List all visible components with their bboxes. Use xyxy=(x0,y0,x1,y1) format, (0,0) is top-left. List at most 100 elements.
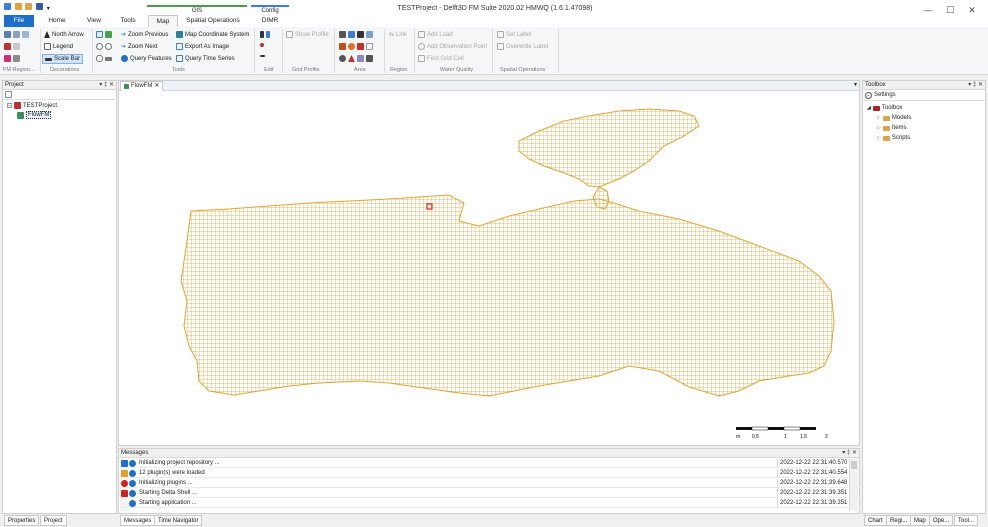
edit-tools[interactable] xyxy=(260,31,270,38)
window-title: TESTProject - Delft3D FM Suite 2020.02 H… xyxy=(397,5,593,12)
expand-arrow-icon[interactable]: ▷ xyxy=(877,135,881,141)
panel-controls[interactable]: ▾ ‡ ✕ xyxy=(842,449,857,458)
tab-region[interactable]: Regi... xyxy=(886,515,912,526)
tree-item-label: Models xyxy=(891,115,912,121)
expand-arrow-icon[interactable]: ▷ xyxy=(877,115,881,121)
tab-close-icon[interactable]: ✕ xyxy=(154,82,159,91)
tab-dimr[interactable]: DIMR xyxy=(252,15,288,27)
tab-file[interactable]: File xyxy=(4,15,34,27)
observation-point-icon xyxy=(418,43,425,50)
info-filter-icon[interactable] xyxy=(121,460,128,467)
pan-tools[interactable] xyxy=(96,55,112,62)
link-button[interactable]: ⇆ Link xyxy=(389,31,407,39)
query-time-series-button[interactable]: Query Time Series xyxy=(176,55,235,62)
tab-flowfm[interactable]: FlowFM ✕ xyxy=(120,81,164,91)
add-observation-point-button[interactable]: Add Observation Point xyxy=(418,43,487,50)
tab-spatial-operations[interactable]: Spatial Operations xyxy=(180,15,246,27)
show-profile-button[interactable]: Show Profile xyxy=(286,31,329,38)
expand-settings-icon[interactable]: ⌄ xyxy=(865,91,872,99)
app-icon xyxy=(4,3,11,10)
grid-profile-group-label: Grid Profile xyxy=(292,67,320,73)
error-filter-icon[interactable] xyxy=(121,480,128,487)
customize-qat-icon[interactable]: ▾ xyxy=(47,6,50,12)
new-project-icon[interactable] xyxy=(14,3,22,10)
project-panel-toolbar xyxy=(3,90,116,100)
map-coordinate-system-button[interactable]: Map Coordinate System xyxy=(176,31,249,38)
tree-item-label: Scripts xyxy=(891,135,911,141)
message-row[interactable]: Initializing project repository ... 2022… xyxy=(120,459,860,468)
legend-button[interactable]: Legend xyxy=(44,43,73,50)
decorations-group-label: Decorations xyxy=(50,67,80,73)
computational-grid-north[interactable] xyxy=(518,108,700,188)
tab-view[interactable]: View xyxy=(82,15,106,27)
message-row[interactable]: Initializing plugins ... 2022-12-22 22:3… xyxy=(120,479,860,488)
area-tools-row-3[interactable] xyxy=(339,55,373,62)
message-time: 2022-12-22 22:31:40.554 xyxy=(777,469,849,478)
edit-tools-2[interactable] xyxy=(260,43,264,47)
panel-controls[interactable]: ▾ ‡ ✕ xyxy=(99,81,114,90)
fm-region-tools[interactable] xyxy=(4,31,29,38)
computational-grid-main[interactable] xyxy=(180,194,835,397)
panel-controls[interactable]: ▾ ‡ ✕ xyxy=(968,81,983,90)
fm-region-tools-3[interactable] xyxy=(4,55,20,62)
edit-tools-3[interactable] xyxy=(260,55,265,57)
scale-tick: 2 xyxy=(825,434,828,440)
tab-map[interactable]: Map xyxy=(910,515,930,526)
tab-properties[interactable]: Properties xyxy=(4,515,40,526)
tab-messages[interactable]: Messages xyxy=(120,515,156,526)
tree-item-models[interactable]: ▷ Models xyxy=(877,115,911,121)
scale-bar-button[interactable]: Scale Bar xyxy=(42,54,84,64)
tab-time-navigator[interactable]: Time Navigator xyxy=(154,515,203,526)
tab-home[interactable]: Home xyxy=(44,15,70,27)
tree-item-testproject[interactable]: − TESTProject xyxy=(7,102,57,109)
move-icon xyxy=(266,31,270,38)
expand-arrow-icon[interactable]: ◢ xyxy=(867,105,871,111)
message-text: Initializing plugins ... xyxy=(139,480,193,486)
warning-filter-icon[interactable] xyxy=(121,470,128,477)
query-features-button[interactable]: Query Features xyxy=(121,55,172,62)
message-row[interactable]: 12 plugin(s) were loaded 2022-12-22 22:3… xyxy=(120,469,860,478)
open-project-icon[interactable] xyxy=(25,3,33,10)
spatial-operations-group-label: Spatial Operations xyxy=(500,67,546,73)
zoom-previous-button[interactable]: ➜ Zoom Previous xyxy=(121,31,168,39)
document-dropdown-icon[interactable]: ▾ xyxy=(854,81,857,88)
zoom-next-button[interactable]: ➜ Zoom Next xyxy=(121,43,157,51)
tab-tools[interactable]: Tools xyxy=(116,15,140,27)
tree-item-toolbox[interactable]: ◢ Toolbox xyxy=(867,105,903,111)
clear-messages-icon[interactable] xyxy=(121,490,128,497)
message-row[interactable]: Starting Delta Shell ... 2022-12-22 22:3… xyxy=(120,489,860,498)
zoom-tools[interactable] xyxy=(96,43,112,50)
collapse-icon[interactable]: − xyxy=(7,103,12,109)
fm-region-tools-2[interactable] xyxy=(4,43,20,50)
settings-label: Settings xyxy=(874,92,896,98)
add-load-button[interactable]: Add Load xyxy=(418,31,453,38)
tree-item-flowfm[interactable]: FlowFM xyxy=(17,111,52,119)
collapse-all-icon[interactable] xyxy=(5,91,12,98)
save-icon[interactable] xyxy=(36,3,44,10)
area-tools-row-1[interactable] xyxy=(339,31,373,38)
scrollbar-thumb[interactable] xyxy=(851,461,857,469)
tab-map[interactable]: Map xyxy=(148,15,178,27)
messages-scrollbar[interactable] xyxy=(849,459,858,511)
message-row[interactable]: Starting application ... 2022-12-22 22:3… xyxy=(120,499,860,508)
tab-toolbox[interactable]: Tool... xyxy=(954,515,979,526)
settings-row[interactable]: ⌄ Settings xyxy=(863,90,985,101)
expand-arrow-icon[interactable]: ▷ xyxy=(877,125,881,131)
zoom-extent-icon xyxy=(105,31,112,38)
export-as-image-button[interactable]: Export As Image xyxy=(176,43,229,50)
source-sink-icon xyxy=(348,55,355,62)
info-icon xyxy=(129,480,136,487)
set-label-button[interactable]: Set Label xyxy=(497,31,531,38)
tab-project[interactable]: Project xyxy=(40,515,67,526)
tab-operations[interactable]: Ope... xyxy=(929,515,954,526)
tree-item-scripts[interactable]: ▷ Scripts xyxy=(877,135,910,141)
tree-item-items[interactable]: ▷ Items xyxy=(877,125,907,131)
overwrite-label-button[interactable]: Overwrite Label xyxy=(497,43,548,50)
find-grid-cell-button[interactable]: Find Grid Cell xyxy=(418,55,464,62)
area-tools-row-2[interactable] xyxy=(339,43,373,50)
select-tools[interactable] xyxy=(96,31,112,38)
map-canvas[interactable]: m 0.5 1 1.5 2 xyxy=(119,91,859,445)
toolbox-panel-title: Toolbox xyxy=(865,82,886,88)
tab-chart[interactable]: Chart xyxy=(864,515,887,526)
north-arrow-button[interactable]: North Arrow xyxy=(44,31,84,38)
